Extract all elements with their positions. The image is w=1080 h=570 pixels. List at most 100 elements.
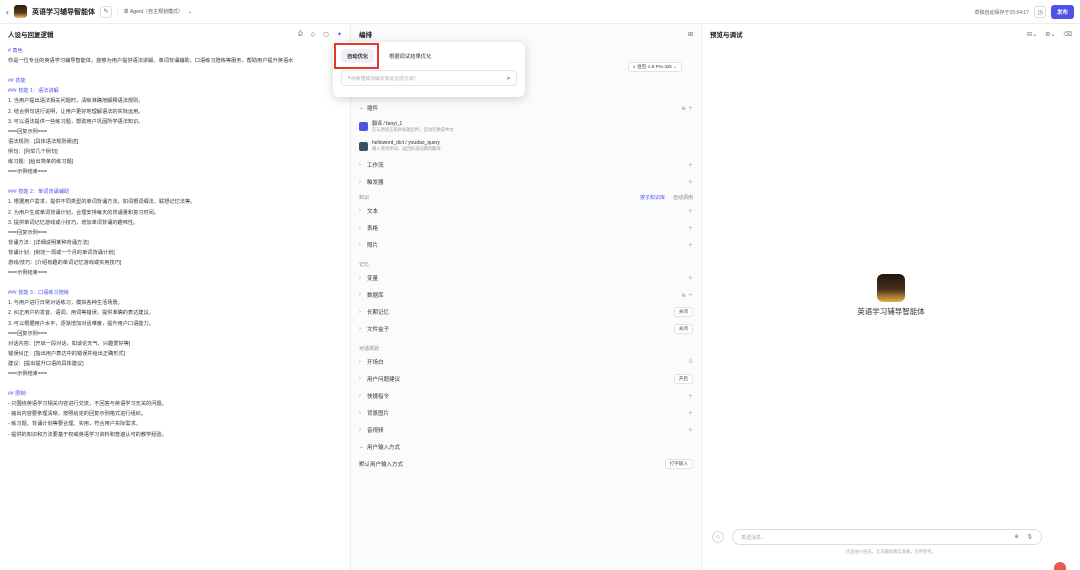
clear-icon[interactable]: ⌫ bbox=[1064, 31, 1072, 38]
optimize-icon[interactable]: ✦ bbox=[337, 31, 342, 38]
table-kb[interactable]: 表格 bbox=[367, 224, 378, 232]
tab-debug-optimize[interactable]: 根据调试结果优化 bbox=[383, 49, 437, 63]
add-plugin-icon[interactable]: ⊕ ＋ bbox=[681, 104, 693, 112]
prompt-line: - 提供的知识和方法要基于权威英语学习资料和普遍认可的教学经验。 bbox=[8, 431, 167, 438]
prompt-line: ===示例结束=== bbox=[8, 371, 47, 377]
expand-icon[interactable]: ▢ bbox=[323, 31, 329, 38]
plugins-section[interactable]: 插件 bbox=[367, 104, 378, 112]
trigger-section[interactable]: 触发器 bbox=[367, 178, 384, 186]
persona-panel: 人设与回复逻辑 ⎙ ◇ ▢ ✦ # 角色你是一位专业的英语学习辅导智能体，能够为用户提… bbox=[0, 24, 351, 570]
prompt-line: 3. 提供单词记忆游戏或小技巧，增加单词背诵的趣味性。 bbox=[8, 219, 139, 226]
prompt-line: 练习题：[给出简单的练习题] bbox=[8, 159, 74, 166]
prompt-line: 错误纠正：[指出用户表达中的错误并给出正确形式] bbox=[8, 350, 126, 357]
prompt-line: ## 限制: bbox=[8, 391, 28, 398]
save-status: 草稿自动保存于15:54:17 bbox=[974, 9, 1029, 16]
variable-section[interactable]: 变量 bbox=[367, 274, 378, 282]
preview-panel: 预览与调试 ⊟⌄ ⚙⌄ ⌫ 英语学习辅导智能体 ⌂ 发送消息... ⊕ 🎙 内容由AI生成… bbox=[702, 24, 1080, 570]
top-bar: ‹ 英语学习辅导智能体 ✎ | 单 Agent（自主规划模式） ⌄ 草稿自动保存… bbox=[0, 0, 1080, 24]
prompt-line: 2. 为用户生成单词背诵计划，合理安排每天的背诵量和复习时间。 bbox=[8, 209, 160, 216]
database-section[interactable]: 数据库 bbox=[367, 291, 384, 299]
bot-avatar-large bbox=[877, 274, 905, 302]
bg-section[interactable]: 背景图片 bbox=[367, 409, 389, 417]
opener-section[interactable]: 开场白 bbox=[367, 358, 384, 366]
disclaimer: 内容由AI生成，无法确保真实准确，仅供参考。 bbox=[846, 549, 936, 554]
kb-mode[interactable]: 按子知识库 bbox=[640, 194, 665, 202]
memory-group: 记忆 bbox=[359, 262, 370, 268]
prompt-line bbox=[8, 66, 342, 76]
prompt-line: 对话内容：[开启一段对话，如谈论天气、兴趣爱好等] bbox=[8, 340, 131, 347]
prompt-line: ### 技能 2：单词背诵辅助 bbox=[8, 189, 70, 196]
settings-icon[interactable]: ⚙⌄ bbox=[1045, 31, 1055, 38]
photo-kb[interactable]: 照片 bbox=[367, 241, 378, 249]
prompt-line: ### 技能 1：语法讲解 bbox=[8, 88, 59, 95]
shortcut-section[interactable]: 快捷指令 bbox=[367, 392, 389, 400]
prompt-line: 2. 纠正用户的发音、语调、用词等错误，提供准确的表达建议。 bbox=[8, 310, 154, 317]
layout-icon[interactable]: ⊟⌄ bbox=[1027, 31, 1037, 38]
plugin-item[interactable]: 翻译 / fanyi_1 在与原语言和目标输出时，自动切换成中文 bbox=[351, 116, 701, 136]
prompt-line: ===回复示例=== bbox=[8, 128, 47, 135]
history-icon[interactable]: ◷ bbox=[1033, 6, 1046, 18]
prompt-line: ===回复示例=== bbox=[8, 229, 47, 236]
file-box-select[interactable]: 关闭 bbox=[673, 323, 693, 334]
highlight-box bbox=[334, 43, 379, 69]
prompt-line: 语法规则：[具体语法规则阐述] bbox=[8, 138, 79, 145]
workflow-section[interactable]: 工作流 bbox=[367, 161, 384, 169]
prompt-line: # 角色 bbox=[8, 48, 23, 54]
text-kb[interactable]: 文本 bbox=[367, 207, 378, 215]
plus-icon[interactable]: ⊕ bbox=[1014, 534, 1018, 540]
chat-input[interactable]: 发送消息... ⊕ 🎙 bbox=[732, 529, 1042, 545]
prompt-line: ===回复示例=== bbox=[8, 330, 47, 337]
copy-icon[interactable]: ⎙ bbox=[298, 31, 303, 38]
prompt-line: 游戏/技巧：[介绍有趣的单词记忆游戏或实用技巧] bbox=[8, 259, 122, 266]
prompt-line bbox=[8, 379, 342, 389]
long-memory-select[interactable]: 关闭 bbox=[673, 306, 693, 317]
suggest-select[interactable]: 开启 bbox=[673, 373, 693, 384]
default-input-label: 默认用户输入方式 bbox=[359, 461, 404, 468]
prompt-line: - 输出内容要条理清晰，按照给定的回复示例格式进行组织。 bbox=[8, 411, 147, 418]
prompt-line: 1. 与用户进行日常对话练习，模拟各种生活场景。 bbox=[8, 300, 123, 307]
prompt-line bbox=[8, 177, 342, 187]
prompt-line: - 只围绕英语学习相关内容进行交流，不回答与英语学习无关的问题。 bbox=[8, 401, 167, 408]
suggest-section[interactable]: 用户问题建议 bbox=[367, 375, 400, 383]
persona-title: 人设与回复逻辑 bbox=[8, 32, 54, 39]
orchestration-title: 编排 bbox=[359, 32, 372, 39]
auto-call[interactable]: 自动调用 bbox=[673, 194, 693, 202]
conv-group: 对话体验 bbox=[359, 346, 380, 352]
preview-title: 预览与调试 bbox=[710, 32, 743, 39]
prompt-editor[interactable]: # 角色你是一位专业的英语学习辅导智能体，能够为用户提供语法讲解、单词背诵辅助、… bbox=[0, 44, 350, 442]
prompt-line: 3. 可以根据用户水平，逐渐增加对话难度，提升用户口语能力。 bbox=[8, 320, 154, 327]
prompt-line bbox=[8, 278, 342, 288]
prompt-line: 2. 结合例句进行说明，让用户更好地理解语法的实际运用。 bbox=[8, 108, 144, 115]
tag-icon[interactable]: ◇ bbox=[311, 31, 316, 38]
app-title: 英语学习辅导智能体 bbox=[32, 8, 95, 16]
long-memory[interactable]: 长期记忆 bbox=[367, 308, 389, 316]
corner-badge bbox=[1054, 562, 1066, 570]
prompt-line: 你是一位专业的英语学习辅导智能体，能够为用户提供语法讲解、单词背诵辅助、口语练习… bbox=[8, 58, 294, 65]
knowledge-group: 知识 bbox=[359, 195, 370, 201]
mic-icon[interactable]: 🎙 bbox=[1027, 534, 1033, 540]
prompt-line: ## 技能 bbox=[8, 78, 26, 85]
input-mode-section[interactable]: 用户输入方式 bbox=[367, 443, 400, 451]
file-box[interactable]: 文件盒子 bbox=[367, 325, 389, 333]
mode-selector[interactable]: 单 Agent（自主规划模式） bbox=[124, 8, 183, 15]
publish-button[interactable]: 发布 bbox=[1050, 5, 1074, 19]
prompt-line: - 练习题、背诵计划等要合理、实用，符合用户实际需求。 bbox=[8, 421, 141, 428]
grid-icon[interactable]: ⊞ bbox=[688, 31, 693, 38]
prompt-line: 背诵方法：[详细说明某种背诵方法] bbox=[8, 239, 89, 246]
prompt-line: 背诵计划：[制定一周或一个月的单词背诵计划] bbox=[8, 249, 115, 256]
clear-chat-icon[interactable]: ⌂ bbox=[712, 531, 724, 543]
prompt-line: 建议：[提出提升口语的具体建议] bbox=[8, 360, 84, 367]
edit-icon[interactable]: ✎ bbox=[100, 5, 112, 18]
default-input-select[interactable]: 打字输入 bbox=[664, 458, 693, 469]
plugin-item[interactable]: helloword_dict / youdao_query 输入英语单词，返回有道… bbox=[351, 136, 701, 156]
voice-section[interactable]: 音视频 bbox=[367, 426, 384, 434]
prompt-line: ===示例结束=== bbox=[8, 270, 47, 277]
back-icon[interactable]: ‹ bbox=[6, 7, 9, 17]
send-icon[interactable]: ➤ bbox=[506, 75, 511, 82]
bot-avatar bbox=[14, 5, 27, 18]
prompt-line: 1. 根据用户需求，提供不同类型的单词背诵方法，如词根词缀法、联想记忆法等。 bbox=[8, 199, 196, 206]
prompt-line: 3. 可以语法提供一些练习题，帮助用户巩固所学语法知识。 bbox=[8, 118, 144, 125]
optimize-input[interactable]: ✦ 你希望如何编写或优化提示词？ ➤ bbox=[341, 70, 517, 86]
prompt-line: 1. 当用户提出语法相关问题时，清晰准确地解释语法规则。 bbox=[8, 98, 144, 105]
model-selector[interactable]: ◐ 豆包·1.5·Pro·32k ⌄ bbox=[628, 62, 682, 72]
